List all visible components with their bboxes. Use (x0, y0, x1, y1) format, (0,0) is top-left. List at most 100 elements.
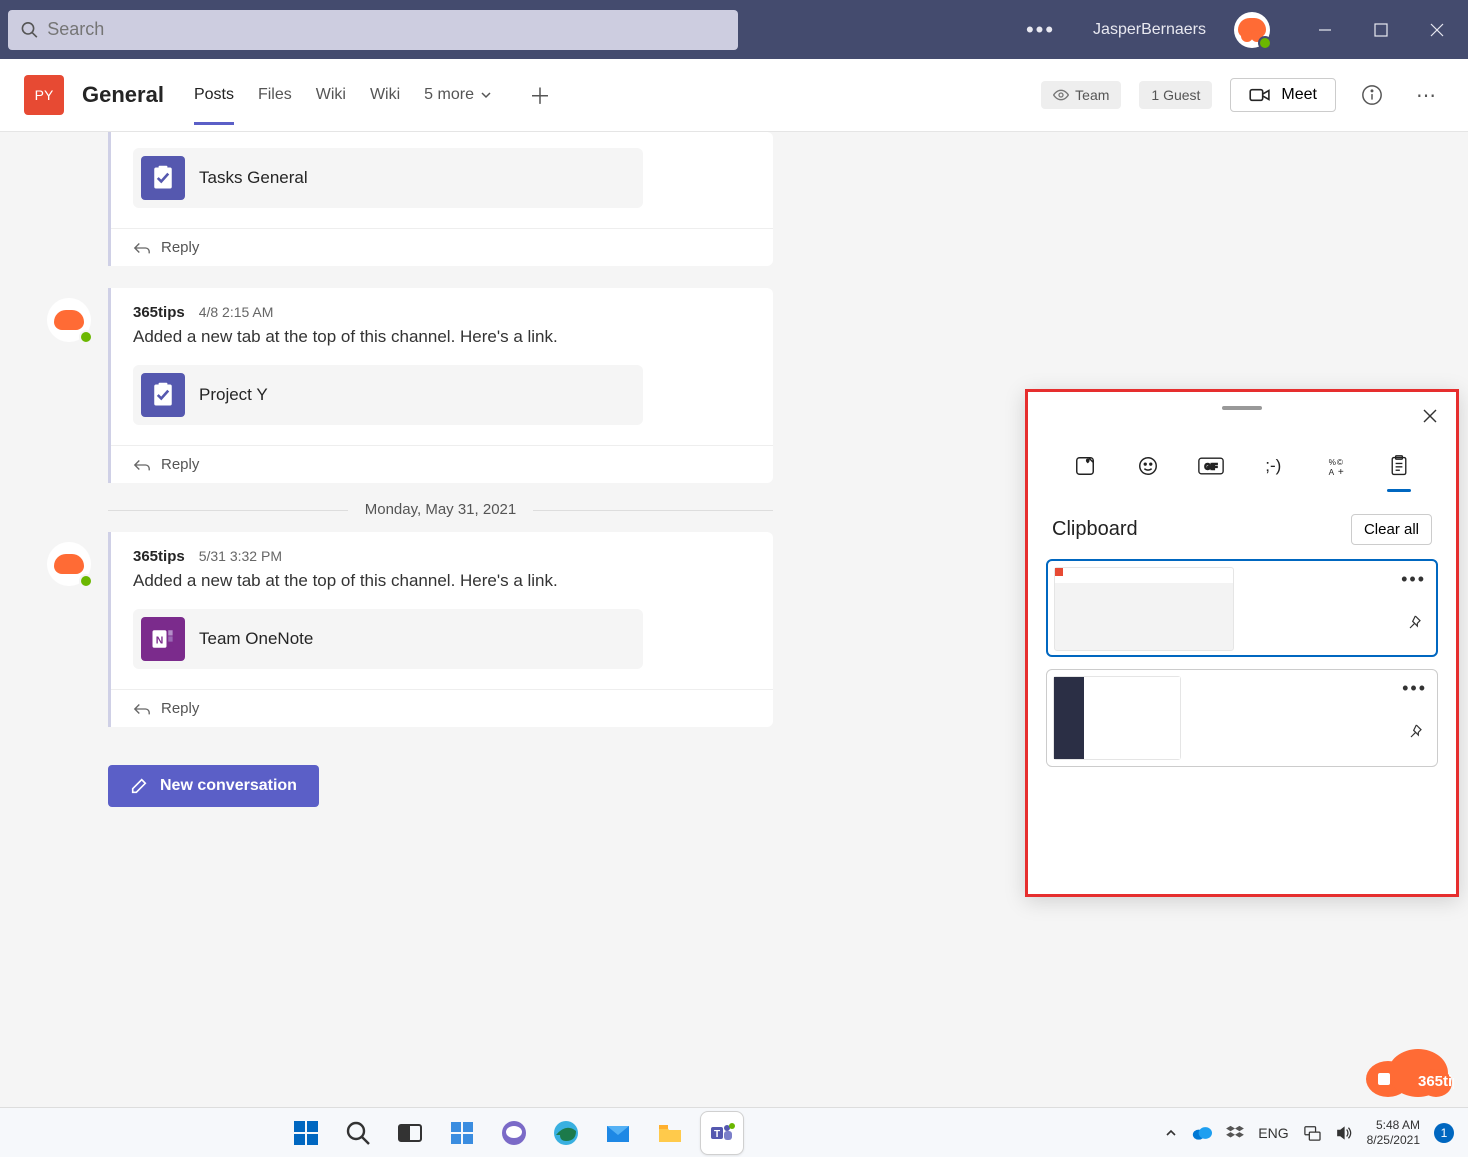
onedrive-icon (1192, 1126, 1212, 1140)
search-box[interactable] (8, 10, 738, 50)
reply-button[interactable]: Reply (111, 445, 773, 483)
clock-date: 8/25/2021 (1367, 1133, 1420, 1148)
tray-notifications[interactable]: 1 (1434, 1123, 1454, 1143)
tray-overflow[interactable] (1164, 1126, 1178, 1140)
panel-tab-gif[interactable]: GIF (1191, 446, 1231, 486)
author-avatar[interactable] (47, 298, 91, 342)
reply-label: Reply (161, 239, 199, 256)
panel-close-button[interactable] (1418, 404, 1442, 428)
svg-text:+: + (1338, 467, 1344, 477)
presence-available-icon (1258, 36, 1272, 50)
tab-posts[interactable]: Posts (194, 66, 234, 125)
presence-available-icon (79, 574, 93, 588)
tab-files[interactable]: Files (258, 66, 292, 125)
team-pill-label: Team (1075, 87, 1109, 103)
panel-tab-emoji[interactable] (1128, 446, 1168, 486)
tab-wiki-2[interactable]: Wiki (370, 66, 400, 125)
start-button[interactable] (284, 1111, 328, 1155)
svg-text:T: T (714, 1129, 720, 1140)
tray-onedrive[interactable] (1192, 1126, 1212, 1140)
message-thread: Tasks General Reply (108, 132, 773, 266)
titlebar-more-button[interactable]: ••• (1010, 17, 1071, 43)
maximize-button[interactable] (1358, 10, 1404, 50)
panel-tab-recent[interactable] (1065, 446, 1105, 486)
clipboard-clear-all-button[interactable]: Clear all (1351, 514, 1432, 545)
tray-network[interactable] (1303, 1125, 1321, 1141)
author-name[interactable]: 365tips (133, 548, 185, 565)
close-icon (1423, 409, 1437, 423)
channel-more-button[interactable]: ⋯ (1408, 77, 1444, 113)
taskbar-app-explorer[interactable] (648, 1111, 692, 1155)
chevron-down-icon (480, 89, 492, 101)
clipboard-item-more[interactable]: ••• (1401, 569, 1426, 590)
taskbar-app-edge[interactable] (544, 1111, 588, 1155)
clipboard-item[interactable]: ••• (1046, 559, 1438, 657)
compose-icon (130, 777, 148, 795)
panel-tab-symbols[interactable]: %©A+ (1316, 446, 1356, 486)
windows-icon (292, 1119, 320, 1147)
channel-info-button[interactable] (1354, 77, 1390, 113)
panel-tab-clipboard[interactable] (1379, 446, 1419, 486)
reply-button[interactable]: Reply (111, 228, 773, 266)
tab-more-dropdown[interactable]: 5 more (424, 86, 492, 104)
panel-drag-handle[interactable] (1222, 406, 1262, 410)
search-icon (20, 20, 39, 40)
tasks-app-icon (141, 373, 185, 417)
clipboard-item-pin[interactable] (1406, 614, 1422, 635)
taskbar-search[interactable] (336, 1111, 380, 1155)
svg-text:©: © (1337, 458, 1343, 467)
widgets-button[interactable] (440, 1111, 484, 1155)
tray-volume[interactable] (1335, 1125, 1353, 1141)
tab-link-card[interactable]: N Team OneNote (133, 609, 643, 669)
meet-label: Meet (1281, 86, 1317, 104)
tab-card-label: Tasks General (199, 168, 308, 188)
network-icon (1303, 1125, 1321, 1141)
close-button[interactable] (1414, 10, 1460, 50)
meet-button[interactable]: Meet (1230, 78, 1336, 112)
org-team-pill[interactable]: Team (1041, 81, 1121, 109)
clipboard-item[interactable]: ••• (1046, 669, 1438, 767)
365tips-badge[interactable]: 365tips (1358, 1039, 1454, 1099)
channel-header: PY General Posts Files Wiki Wiki 5 more … (0, 59, 1468, 132)
user-avatar[interactable] (1234, 12, 1270, 48)
team-avatar: PY (24, 75, 64, 115)
tray-language[interactable]: ENG (1258, 1125, 1288, 1141)
search-input[interactable] (47, 19, 726, 40)
taskbar-app-mail[interactable] (596, 1111, 640, 1155)
tab-more-label: 5 more (424, 86, 474, 104)
edge-icon (552, 1119, 580, 1147)
tab-wiki[interactable]: Wiki (316, 66, 346, 125)
new-conversation-button[interactable]: New conversation (108, 765, 319, 807)
clipboard-thumbnail (1054, 567, 1234, 651)
author-name[interactable]: 365tips (133, 304, 185, 321)
tab-link-card[interactable]: Project Y (133, 365, 643, 425)
reply-icon (133, 702, 151, 716)
minimize-button[interactable] (1302, 10, 1348, 50)
eye-icon (1053, 87, 1069, 103)
taskbar-app-chat[interactable] (492, 1111, 536, 1155)
tray-dropbox[interactable] (1226, 1125, 1244, 1141)
clipboard-title: Clipboard (1052, 518, 1138, 541)
taskbar-app-teams[interactable]: T (700, 1111, 744, 1155)
panel-tab-kaomoji[interactable]: ;-) (1253, 446, 1293, 486)
chevron-up-icon (1164, 1126, 1178, 1140)
clipboard-item-pin[interactable] (1407, 723, 1423, 744)
task-view-icon (396, 1119, 424, 1147)
new-conversation-label: New conversation (160, 777, 297, 795)
reply-button[interactable]: Reply (111, 689, 773, 727)
clipboard-item-more[interactable]: ••• (1402, 678, 1427, 699)
channel-tabs: Posts Files Wiki Wiki 5 more ＋ (194, 66, 556, 125)
chat-icon (500, 1119, 528, 1147)
tab-link-card[interactable]: Tasks General (133, 148, 643, 208)
add-tab-button[interactable]: ＋ (524, 79, 556, 111)
video-icon (1249, 87, 1271, 103)
mail-icon (604, 1119, 632, 1147)
author-avatar[interactable] (47, 542, 91, 586)
guest-pill[interactable]: 1 Guest (1139, 81, 1212, 109)
task-view-button[interactable] (388, 1111, 432, 1155)
dropbox-icon (1226, 1125, 1244, 1141)
presence-available-icon (79, 330, 93, 344)
tasks-app-icon (141, 156, 185, 200)
tray-clock[interactable]: 5:48 AM 8/25/2021 (1367, 1118, 1420, 1148)
reply-label: Reply (161, 456, 199, 473)
